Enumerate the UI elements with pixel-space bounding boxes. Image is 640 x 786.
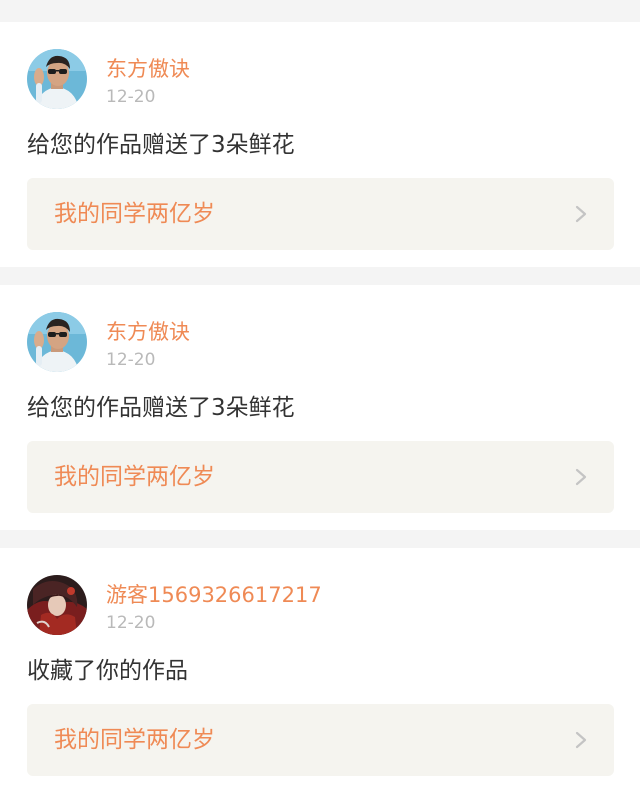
work-link[interactable]: 我的同学两亿岁 [27,178,614,250]
work-title: 我的同学两亿岁 [54,201,215,227]
notification-card: 东方傲诀 12-20 给您的作品赠送了3朵鲜花 我的同学两亿岁 [0,285,640,530]
notification-card: 东方傲诀 12-20 给您的作品赠送了3朵鲜花 我的同学两亿岁 [0,22,640,267]
notification-message: 给您的作品赠送了3朵鲜花 [27,395,295,421]
work-title: 我的同学两亿岁 [54,727,215,753]
person-photo-icon [27,49,87,109]
person-photo-icon [27,312,87,372]
user-avatar[interactable] [27,312,87,372]
timestamp: 12-20 [106,87,156,107]
chevron-right-icon [575,731,587,749]
notification-message: 给您的作品赠送了3朵鲜花 [27,132,295,158]
user-avatar[interactable] [27,49,87,109]
username-link[interactable]: 游客1569326617217 [106,582,322,608]
username-link[interactable]: 东方傲诀 [106,56,190,82]
notification-message: 收藏了你的作品 [27,658,188,684]
work-link[interactable]: 我的同学两亿岁 [27,441,614,513]
timestamp: 12-20 [106,350,156,370]
work-link[interactable]: 我的同学两亿岁 [27,704,614,776]
user-avatar[interactable] [27,575,87,635]
chevron-right-icon [575,468,587,486]
work-title: 我的同学两亿岁 [54,464,215,490]
timestamp: 12-20 [106,613,156,633]
notification-feed: 东方傲诀 12-20 给您的作品赠送了3朵鲜花 我的同学两亿岁 东方傲诀 12-… [0,0,640,786]
notification-card: 游客1569326617217 12-20 收藏了你的作品 我的同学两亿岁 [0,548,640,786]
chevron-right-icon [575,205,587,223]
anime-avatar-icon [27,575,87,635]
username-link[interactable]: 东方傲诀 [106,319,190,345]
